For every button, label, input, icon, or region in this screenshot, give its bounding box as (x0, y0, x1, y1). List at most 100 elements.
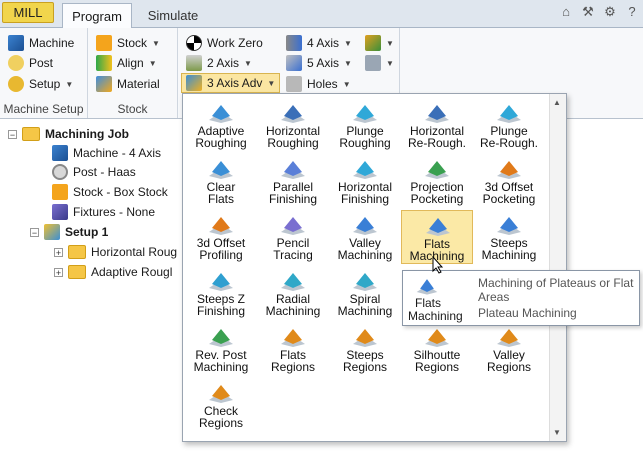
setup-icon (8, 76, 24, 92)
expand-icon[interactable]: + (54, 267, 63, 277)
tools-icon (365, 35, 381, 51)
mill-button[interactable]: MILL (2, 2, 54, 23)
align-button[interactable]: Align ▼ (96, 53, 157, 73)
hammer-icon[interactable]: ⚒ (580, 4, 596, 20)
tree-item-stock[interactable]: Stock - Box Stock (52, 183, 168, 201)
tree-item-op-horizontal-roughing[interactable]: + Horizontal Roug (54, 243, 177, 261)
gallery-item-horizontal-re-rough[interactable]: Horizontal Re-Rough. (401, 98, 473, 152)
gallery-item-steeps-z-finishing[interactable]: Steeps Z Finishing (185, 266, 257, 320)
collapse-icon[interactable]: − (8, 129, 17, 139)
tree-item-post[interactable]: Post - Haas (52, 163, 136, 181)
gallery-item-projection-pocketing[interactable]: Projection Pocketing (401, 154, 473, 208)
groups-button[interactable]: ▼ (365, 53, 394, 73)
gallery-item-adaptive-roughing[interactable]: Adaptive Roughing (185, 98, 257, 152)
scroll-down-icon[interactable]: ▼ (553, 428, 561, 437)
help-icon[interactable]: ? (624, 4, 640, 20)
align-icon (96, 55, 112, 71)
gallery-item-clear-flats[interactable]: Clear Flats (185, 154, 257, 208)
chevron-down-icon: ▼ (386, 58, 394, 68)
gallery-item-spiral-machining[interactable]: Spiral Machining (329, 266, 401, 320)
work-zero-icon (186, 35, 202, 51)
gallery-item-check-regions[interactable]: Check Regions (185, 378, 257, 432)
tree-item-fixtures[interactable]: Fixtures - None (52, 203, 155, 221)
home-icon[interactable]: ⌂ (558, 4, 574, 20)
chevron-down-icon: ▼ (152, 38, 160, 48)
tab-program[interactable]: Program (62, 3, 132, 28)
gallery-item-steeps-regions[interactable]: Steeps Regions (329, 322, 401, 376)
machining-job-tree: − Machining Job Machine - 4 Axis Post - … (0, 119, 183, 451)
five-axis-icon (286, 55, 302, 71)
tree-item-setup[interactable]: − Setup 1 (30, 223, 108, 241)
folder-icon (68, 265, 86, 279)
tools-button[interactable]: ▼ (365, 33, 394, 53)
stock-icon (52, 184, 68, 200)
two-axis-button[interactable]: 2 Axis ▼ (186, 53, 252, 73)
tooltip-flats-machining: Flats Machining Machining of Plateaus or … (402, 270, 640, 326)
horizontal-finishing-icon (351, 158, 379, 180)
gallery-item-silhoutte-regions[interactable]: Silhoutte Regions (401, 322, 473, 376)
gear-icon[interactable]: ⚙ (602, 4, 618, 20)
chevron-down-icon: ▼ (148, 58, 157, 68)
three-axis-adv-icon (186, 75, 202, 91)
tree-item-machining-job[interactable]: − Machining Job (8, 125, 129, 143)
holes-icon (286, 76, 302, 92)
group-label-machine-setup: Machine Setup (3, 102, 84, 116)
mouse-cursor-icon (432, 256, 444, 274)
gallery-item-3d-offset-profiling[interactable]: 3d Offset Profiling (185, 210, 257, 264)
chevron-down-icon: ▼ (344, 38, 352, 48)
holes-button[interactable]: Holes ▼ (286, 74, 351, 94)
setup-icon (44, 224, 60, 240)
machine-icon (8, 35, 24, 51)
material-button[interactable]: Material (96, 74, 160, 94)
scroll-up-icon[interactable]: ▲ (553, 98, 561, 107)
tooltip-subtitle: Plateau Machining (478, 306, 577, 320)
gallery-item-plunge-roughing[interactable]: Plunge Roughing (329, 98, 401, 152)
gallery-item-3d-offset-pocketing[interactable]: 3d Offset Pocketing (473, 154, 545, 208)
gallery-item-parallel-finishing[interactable]: Parallel Finishing (257, 154, 329, 208)
gallery-item-horizontal-finishing[interactable]: Horizontal Finishing (329, 154, 401, 208)
flats-machining-icon (415, 276, 439, 296)
post-button[interactable]: Post (8, 53, 53, 73)
gallery-item-flats-regions[interactable]: Flats Regions (257, 322, 329, 376)
gallery-item-horizontal-roughing[interactable]: Horizontal Roughing (257, 98, 329, 152)
plunge-roughing-icon (351, 102, 379, 124)
gallery-item-radial-machining[interactable]: Radial Machining (257, 266, 329, 320)
chevron-down-icon: ▼ (386, 38, 394, 48)
gallery-item-plunge-re-rough[interactable]: Plunge Re-Rough. (473, 98, 545, 152)
tooltip-title: Flats Machining (408, 296, 463, 323)
fixtures-icon (52, 204, 68, 220)
gallery-item-rev-post-machining[interactable]: Rev. Post Machining (185, 322, 257, 376)
projection-pocketing-icon (423, 158, 451, 180)
spiral-machining-icon (351, 270, 379, 292)
group-stock: Stock ▼ Align ▼ Material Stock (88, 28, 178, 118)
gallery-item-valley-regions[interactable]: Valley Regions (473, 322, 545, 376)
tree-item-machine[interactable]: Machine - 4 Axis (52, 144, 161, 162)
material-icon (96, 76, 112, 92)
collapse-icon[interactable]: − (30, 227, 39, 237)
four-axis-button[interactable]: 4 Axis ▼ (286, 33, 352, 53)
three-axis-adv-button[interactable]: 3 Axis Adv ▼ (181, 73, 281, 93)
valley-machining-icon (351, 214, 379, 236)
work-zero-button[interactable]: Work Zero (186, 33, 263, 53)
gallery-item-steeps-machining[interactable]: Steeps Machining (473, 210, 545, 264)
chevron-down-icon: ▼ (342, 79, 351, 89)
post-icon (52, 164, 68, 180)
setup-button[interactable]: Setup ▼ (8, 74, 73, 94)
five-axis-button[interactable]: 5 Axis ▼ (286, 53, 352, 73)
tab-simulate[interactable]: Simulate (138, 3, 208, 27)
expand-icon[interactable]: + (54, 247, 63, 257)
gallery-item-valley-machining[interactable]: Valley Machining (329, 210, 401, 264)
folder-icon (22, 127, 40, 141)
stock-button[interactable]: Stock ▼ (96, 33, 160, 53)
valley-regions-icon (495, 326, 523, 348)
chevron-down-icon: ▼ (244, 58, 252, 68)
machine-button[interactable]: Machine (8, 33, 74, 53)
parallel-finishing-icon (279, 158, 307, 180)
tree-item-op-adaptive-roughing[interactable]: + Adaptive Rougl (54, 263, 172, 281)
tooltip-description: Machining of Plateaus or Flat Areas (478, 276, 634, 304)
gallery-item-pencil-tracing[interactable]: Pencil Tracing (257, 210, 329, 264)
machine-icon (52, 145, 68, 161)
gallery-scrollbar[interactable]: ▲ ▼ (549, 94, 566, 441)
flats-regions-icon (279, 326, 307, 348)
rev-post-machining-icon (207, 326, 235, 348)
